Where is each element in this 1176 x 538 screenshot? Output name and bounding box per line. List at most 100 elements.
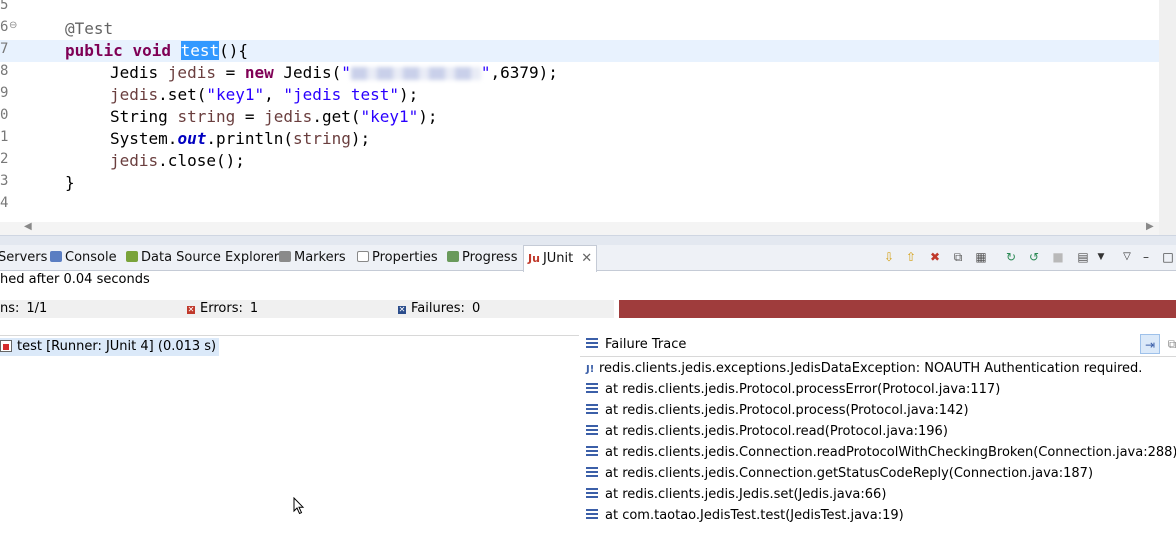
stack-trace-icon (586, 338, 598, 348)
failure-trace-header: Failure Trace (586, 334, 686, 356)
tab-markers[interactable]: Markers (279, 245, 346, 270)
test-tree-item[interactable]: test [Runner: JUnit 4] (0.013 s) (0, 338, 220, 356)
stack-frame-icon (586, 383, 598, 393)
filter-stack-trace-icon[interactable]: ⇥ (1140, 334, 1160, 354)
failure-icon: ✕ (398, 305, 406, 314)
code-line-closing-brace[interactable]: } (65, 172, 75, 194)
trace-frame-line[interactable]: at redis.clients.jedis.Protocol.process(… (586, 400, 969, 421)
annotation-token: @Test (65, 19, 114, 38)
junit-status-message: hed after 0.04 seconds (0, 272, 150, 287)
code-line-close[interactable]: jedis.close(); (110, 150, 245, 172)
trace-frame-line[interactable]: at redis.clients.jedis.Connection.getSta… (586, 463, 1093, 484)
trace-text: at redis.clients.jedis.Jedis.set(Jedis.j… (605, 487, 887, 502)
scroll-left-icon[interactable]: ◀ (24, 221, 32, 232)
tab-label: Servers (0, 250, 48, 265)
junit-counters: ns: 1/1 ✕ Errors: 1 ✕ Failures: 0 (0, 300, 614, 318)
errors-value: 1 (249, 301, 259, 316)
next-failure-icon[interactable]: ⇩ (881, 249, 897, 265)
tab-servers[interactable]: Servers (0, 245, 47, 270)
trace-exception-line[interactable]: J! redis.clients.jedis.exceptions.JedisDa… (586, 358, 1142, 379)
rerun-test-icon[interactable]: ↻ (1003, 249, 1019, 265)
trace-text: at redis.clients.jedis.Protocol.processE… (605, 382, 1001, 397)
previous-failure-icon[interactable]: ⇧ (903, 249, 919, 265)
code-line-jedis-new[interactable]: Jedis jedis = new Jedis(" ",6379); (110, 62, 558, 84)
code-token: = (235, 107, 265, 126)
keyword-token: new (244, 63, 274, 82)
variable-token: jedis (264, 107, 313, 126)
editor-vertical-scrollbar[interactable] (1159, 0, 1176, 235)
stack-frame-icon (586, 404, 598, 414)
trace-frame-line[interactable]: at redis.clients.jedis.Protocol.read(Pro… (586, 421, 948, 442)
trace-text: at com.taotao.JedisTest.test(JedisTest.j… (605, 508, 904, 523)
string-token: " (480, 63, 491, 82)
tab-progress[interactable]: Progress (447, 245, 517, 270)
runs-counter: ns: 1/1 (0, 301, 47, 316)
variable-token: string (293, 129, 351, 148)
code-line-annotation[interactable]: @Test (65, 18, 113, 40)
line-number: 8 (0, 63, 9, 79)
scroll-lock-icon[interactable]: ⧉ (950, 249, 966, 265)
trace-text: at redis.clients.jedis.Connection.readPr… (605, 445, 1176, 460)
failures-label: Failures: (411, 301, 465, 316)
rerun-failed-first-icon[interactable]: ↺ (1026, 249, 1042, 265)
test-error-icon (0, 340, 12, 352)
tab-label: JUnit (542, 251, 574, 266)
trace-frame-line[interactable]: at com.taotao.JedisTest.test(JedisTest.j… (586, 505, 904, 526)
layout-icon[interactable]: ▦ (973, 249, 989, 265)
code-token: String (110, 107, 178, 126)
variable-token: string (177, 107, 236, 126)
line-number: 0 (0, 107, 9, 123)
code-token: Jedis( (273, 63, 342, 82)
line-number: 9 (0, 85, 9, 101)
selected-method-name: test (180, 41, 220, 60)
code-line-method-signature[interactable]: public void test(){ (65, 40, 248, 62)
compare-result-icon[interactable]: ⧉ (1162, 334, 1176, 354)
code-line-set[interactable]: jedis.set("key1", "jedis test"); (110, 84, 418, 106)
tab-data-source-explorer[interactable]: Data Source Explorer (126, 245, 279, 270)
code-token: ,6379); (490, 63, 558, 82)
tab-console[interactable]: Console (50, 245, 117, 270)
code-token: ); (399, 85, 419, 104)
stack-frame-icon (586, 467, 598, 477)
tab-label: Console (65, 250, 117, 265)
view-menu-icon[interactable]: ▽ (1119, 249, 1135, 265)
minimize-icon[interactable]: – (1138, 249, 1154, 265)
tab-properties[interactable]: Properties (357, 245, 438, 270)
keyword-token: public (65, 41, 123, 60)
chevron-down-icon[interactable]: ▼ (1093, 249, 1109, 265)
trace-frame-line[interactable]: at redis.clients.jedis.Protocol.processE… (586, 379, 1000, 400)
code-editor[interactable]: 5 6 ⊖ 7 8 9 0 1 2 3 4 @Test public void … (0, 0, 1159, 222)
code-token: .println( (206, 129, 294, 148)
line-number: 2 (0, 151, 9, 167)
tab-junit[interactable]: Ju JUnit ✕ (523, 245, 598, 272)
string-token: "jedis test" (283, 85, 399, 104)
stop-icon[interactable]: ■ (1050, 249, 1066, 265)
stack-frame-icon (586, 446, 598, 456)
variable-token: jedis (110, 151, 159, 170)
data-source-icon (126, 251, 138, 262)
code-line-get[interactable]: String string = jedis.get("key1"); (110, 106, 438, 128)
code-token: .close(); (158, 151, 245, 170)
maximize-icon[interactable]: □ (1160, 249, 1176, 265)
show-failures-only-icon[interactable]: ✖ (927, 249, 943, 265)
stack-frame-icon (586, 488, 598, 498)
test-tree[interactable]: test [Runner: JUnit 4] (0.013 s) (0, 335, 579, 538)
code-token: , (264, 85, 284, 104)
test-item-label: test [Runner: JUnit 4] (0.013 s) (17, 339, 217, 354)
trace-text: at redis.clients.jedis.Protocol.process(… (605, 403, 969, 418)
editor-horizontal-scrollbar[interactable]: ◀ ▶ (0, 221, 1159, 235)
console-icon (50, 251, 62, 262)
failure-trace-panel: Failure Trace ⇥ ⧉ J! redis.clients.jedis.… (580, 334, 1176, 537)
code-token: } (65, 173, 75, 192)
exception-icon: J! (586, 364, 595, 375)
test-run-history-icon[interactable]: ▤ (1075, 249, 1091, 265)
fold-collapse-icon[interactable]: ⊖ (9, 20, 17, 31)
tab-label: Progress (462, 250, 518, 265)
trace-text: at redis.clients.jedis.Protocol.read(Pro… (605, 424, 948, 439)
close-icon[interactable]: ✕ (581, 251, 592, 266)
trace-frame-line[interactable]: at redis.clients.jedis.Jedis.set(Jedis.j… (586, 484, 886, 505)
code-line-println[interactable]: System.out.println(string); (110, 128, 370, 150)
trace-frame-line[interactable]: at redis.clients.jedis.Connection.readPr… (586, 442, 1176, 463)
scroll-right-icon[interactable]: ▶ (1146, 221, 1154, 232)
divider (580, 356, 1176, 357)
